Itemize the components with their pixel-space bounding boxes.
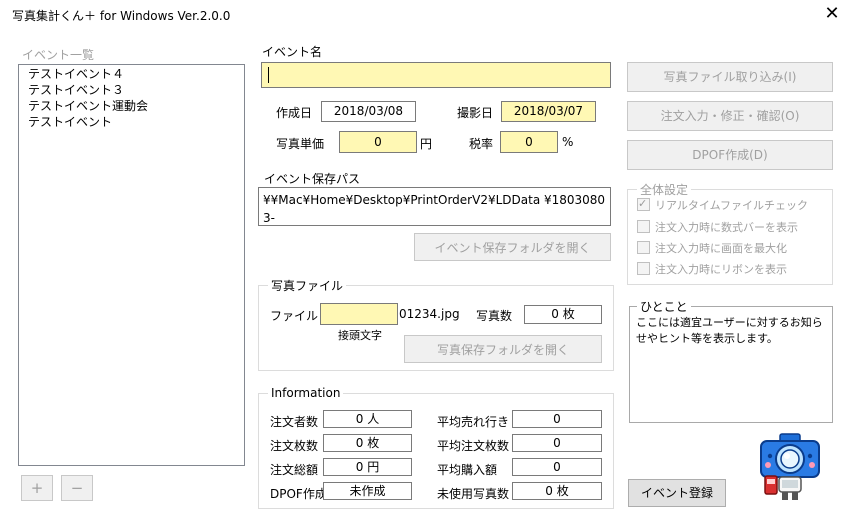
event-list-header: イベント一覧 [22, 48, 95, 62]
tax-rate-input[interactable]: 0 [500, 131, 558, 153]
save-path-label: イベント保存パス [264, 172, 361, 186]
photo-file-group-title: 写真ファイル [268, 277, 347, 294]
hint-title: ひとこと [637, 298, 691, 315]
add-event-button[interactable]: + [21, 475, 53, 501]
open-photo-folder-button[interactable]: 写真保存フォルダを開く [404, 335, 602, 363]
info-label: 注文総額 [270, 463, 319, 477]
remove-event-button[interactable]: − [61, 475, 93, 501]
import-photos-button[interactable]: 写真ファイル取り込み(I) [627, 62, 833, 92]
info-value: 0 [512, 458, 602, 476]
order-input-button[interactable]: 注文入力・修正・確認(O) [627, 101, 833, 131]
list-item[interactable]: テストイベント４ [28, 66, 244, 82]
info-label: 平均購入額 [437, 463, 498, 477]
info-label: 平均売れ行き [437, 415, 510, 429]
option-label: 注文入力時にリボンを表示 [655, 263, 787, 276]
shot-date-input[interactable]: 2018/03/07 [501, 101, 596, 122]
register-event-button[interactable]: イベント登録 [628, 479, 726, 507]
hint-text: ここには適宜ユーザーに対するお知らせやヒント等を表示します。 [636, 316, 823, 345]
created-date-label: 作成日 [276, 106, 313, 120]
info-value: 0 人 [323, 410, 412, 428]
shot-date-label: 撮影日 [457, 106, 494, 120]
info-value: 0 円 [323, 458, 412, 476]
option-formula-bar[interactable]: 注文入力時に数式バーを表示 [637, 220, 798, 236]
info-value: 0 枚 [512, 482, 602, 500]
info-label: 未使用写真数 [437, 487, 510, 501]
list-item[interactable]: テストイベント [28, 114, 244, 130]
file-suffix: 01234.jpg [399, 307, 460, 321]
option-label: リアルタイムファイルチェック [655, 199, 809, 212]
save-path-field: ¥¥Mac¥Home¥Desktop¥PrintOrderV2¥LDData ¥… [258, 187, 611, 226]
info-label: 注文者数 [270, 415, 319, 429]
event-list[interactable]: テストイベント４ テストイベント３ テストイベント運動会 テストイベント [18, 64, 245, 466]
unit-price-input[interactable]: 0 [339, 131, 417, 153]
info-value: 0 [512, 410, 602, 428]
option-realtime-check[interactable]: リアルタイムファイルチェック [637, 196, 809, 214]
event-name-label: イベント名 [262, 45, 323, 59]
created-date-field: 2018/03/08 [321, 101, 416, 122]
list-item[interactable]: テストイベント運動会 [28, 98, 244, 114]
option-label: 注文入力時に画面を最大化 [655, 242, 787, 255]
option-maximize[interactable]: 注文入力時に画面を最大化 [637, 241, 787, 257]
photo-count-field: 0 枚 [524, 305, 602, 324]
info-value: 0 枚 [323, 434, 412, 452]
information-group-title: Information [268, 386, 344, 400]
open-event-folder-button[interactable]: イベント保存フォルダを開く [414, 233, 611, 261]
prefix-caption: 接頭文字 [338, 329, 382, 342]
checkbox-icon[interactable] [637, 262, 650, 275]
unit-price-label: 写真単価 [276, 137, 325, 151]
close-icon[interactable]: ✕ [823, 4, 841, 24]
list-item[interactable]: テストイベント３ [28, 82, 244, 98]
file-label: ファイル [270, 309, 319, 323]
info-label: 注文枚数 [270, 439, 319, 453]
checkbox-icon[interactable] [637, 241, 650, 254]
tax-rate-unit: % [562, 135, 574, 149]
option-ribbon[interactable]: 注文入力時にリボンを表示 [637, 262, 787, 278]
window-title: 写真集計くん＋ for Windows Ver.2.0.0 [12, 9, 231, 23]
unit-price-unit: 円 [420, 137, 433, 151]
checkbox-icon[interactable] [637, 220, 650, 233]
file-prefix-input[interactable] [320, 303, 398, 325]
mascot-camera-icon [755, 432, 825, 502]
info-value: 未作成 [323, 482, 412, 500]
dpof-create-button[interactable]: DPOF作成(D) [627, 140, 833, 170]
tax-rate-label: 税率 [469, 137, 494, 151]
info-value: 0 [512, 434, 602, 452]
info-label: DPOF作成 [270, 487, 327, 501]
info-label: 平均注文枚数 [437, 439, 510, 453]
text-caret [268, 67, 269, 83]
option-label: 注文入力時に数式バーを表示 [655, 221, 798, 234]
event-name-input[interactable] [261, 62, 611, 88]
checkbox-checked-icon[interactable] [637, 196, 650, 212]
photo-count-label: 写真数 [476, 309, 513, 323]
